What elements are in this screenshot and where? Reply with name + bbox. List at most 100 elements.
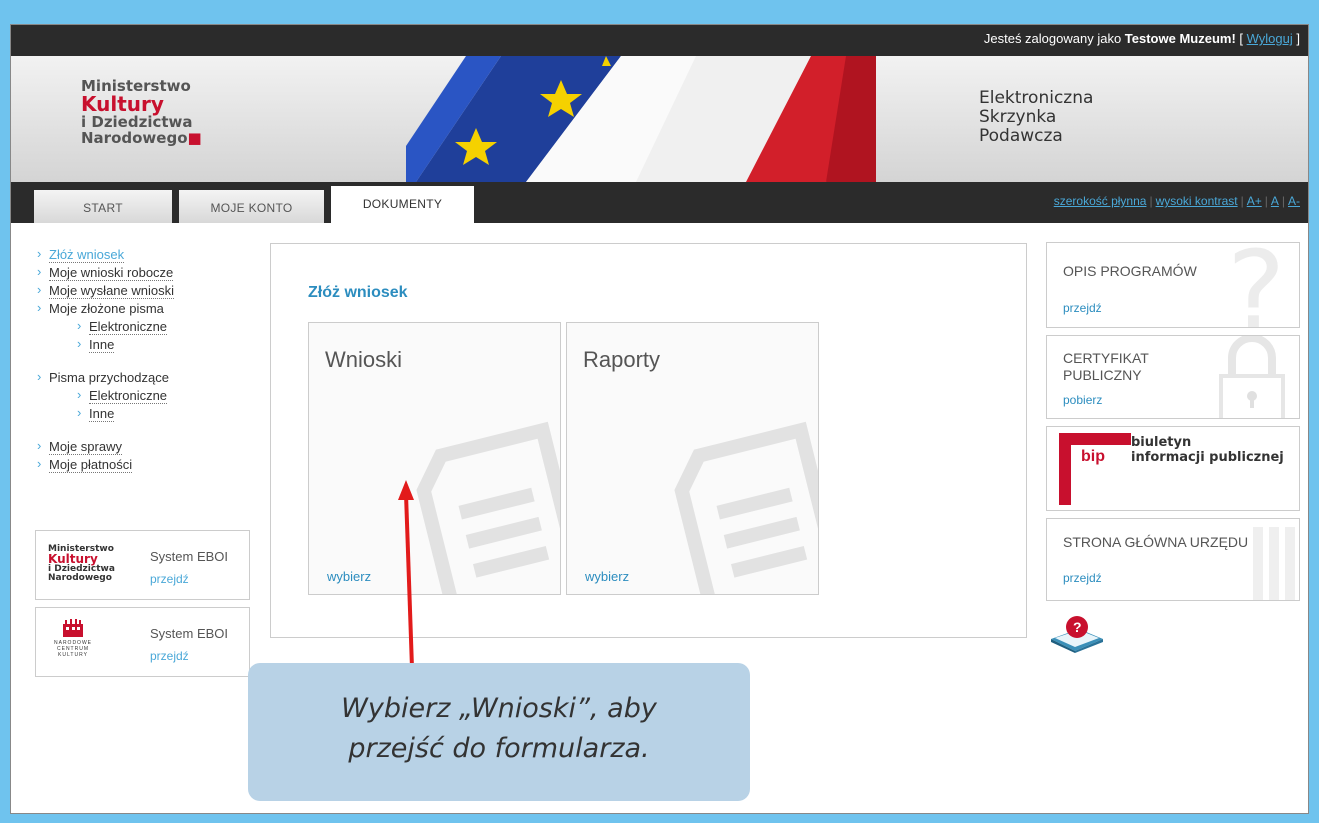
banner-title-line-1: Elektroniczna bbox=[979, 88, 1094, 108]
box-title: OPIS PROGRAMÓW bbox=[1063, 263, 1197, 279]
question-mark-icon: ? bbox=[1227, 242, 1285, 328]
bracket-close: ] bbox=[1292, 31, 1300, 46]
svg-text:?: ? bbox=[1073, 619, 1082, 635]
building-icon bbox=[1253, 527, 1295, 600]
ministry-logo[interactable]: Ministerstwo Kultury i Dziedzictwa Narod… bbox=[81, 78, 202, 146]
login-status-prefix: Jesteś zalogowany jako bbox=[983, 31, 1125, 46]
separator: | bbox=[1264, 194, 1268, 208]
page-title: Złóż wniosek bbox=[308, 284, 408, 301]
callout-line-2: przejść do formularza. bbox=[348, 733, 650, 764]
nck-emblem-icon bbox=[63, 619, 83, 637]
box-title: STRONA GŁÓWNA URZĘDU bbox=[1063, 534, 1249, 550]
sidebar-item-label: Moje złożone pisma bbox=[49, 301, 164, 316]
sidebar-item-filed-other[interactable]: Inne bbox=[75, 335, 174, 354]
system-title: System EBOI bbox=[150, 549, 229, 564]
banner-title: Elektroniczna Skrzynka Podawcza bbox=[979, 89, 1093, 146]
main-panel: Złóż wniosek Wnioski wybierz Raporty wyb… bbox=[270, 243, 1027, 638]
padlock-icon bbox=[1219, 336, 1285, 418]
box-link[interactable]: przejdź bbox=[1063, 571, 1102, 585]
bracket-open: [ bbox=[1235, 31, 1247, 46]
sidebar-item-label: Pisma przychodzące bbox=[49, 370, 169, 385]
app-frame: Jesteś zalogowany jako Testowe Muzeum! [… bbox=[10, 24, 1309, 814]
sidebar-nav: Złóż wniosek Moje wnioski robocze Moje w… bbox=[35, 245, 174, 474]
card-reports[interactable]: Raporty wybierz bbox=[566, 322, 819, 595]
sidebar-item-sent[interactable]: Moje wysłane wnioski bbox=[35, 281, 174, 300]
sidebar-item-payments[interactable]: Moje płatności bbox=[35, 455, 174, 474]
separator: | bbox=[1281, 194, 1285, 208]
separator: | bbox=[1149, 194, 1153, 208]
system-link[interactable]: przejdź bbox=[150, 572, 189, 586]
certificate-box[interactable]: CERTYFIKAT PUBLICZNY pobierz bbox=[1046, 335, 1300, 419]
sidebar-item-drafts[interactable]: Moje wnioski robocze bbox=[35, 263, 174, 282]
font-larger-link[interactable]: A+ bbox=[1247, 194, 1262, 208]
tab-documents[interactable]: DOKUMENTY bbox=[331, 186, 474, 223]
card-title: Wnioski bbox=[325, 347, 403, 372]
bip-logo-icon: bip bbox=[1059, 433, 1131, 505]
sidebar-item-filed[interactable]: Moje złożone pisma bbox=[35, 299, 174, 318]
sidebar-item-incoming-other[interactable]: Inne bbox=[75, 404, 174, 423]
sidebar-item-label: Moje płatności bbox=[49, 457, 133, 473]
sidebar-item-label: Inne bbox=[89, 337, 115, 353]
logo-line-3: i Dziedzictwa bbox=[81, 113, 193, 131]
separator: | bbox=[1240, 194, 1244, 208]
nck-logo-line: KULTURY bbox=[58, 652, 88, 658]
sidebar-item-incoming-electronic[interactable]: Elektroniczne bbox=[75, 386, 174, 405]
bip-box[interactable]: bip biuletyn informacji publicznej bbox=[1046, 426, 1300, 511]
sidebar-item-label: Elektroniczne bbox=[89, 319, 168, 335]
box-link[interactable]: przejdź bbox=[1063, 301, 1102, 315]
logo-line-2: Kultury bbox=[81, 92, 164, 116]
annotation-arrow bbox=[398, 480, 414, 669]
system-title: System EBOI bbox=[150, 626, 229, 641]
callout-line-1: Wybierz „Wnioski”, aby bbox=[341, 693, 657, 724]
banner-title-line-3: Podawcza bbox=[979, 126, 1063, 146]
sidebar-item-label: Moje wysłane wnioski bbox=[49, 283, 174, 299]
system-eboi-mkidn[interactable]: Ministerstwo Kultury i Dziedzictwa Narod… bbox=[35, 530, 250, 600]
tab-my-account[interactable]: MOJE KONTO bbox=[179, 190, 324, 223]
system-eboi-nck[interactable]: NARODOWE CENTRUM KULTURY System EBOI prz… bbox=[35, 607, 250, 677]
select-link[interactable]: wybierz bbox=[585, 569, 629, 584]
card-applications[interactable]: Wnioski wybierz bbox=[308, 322, 561, 595]
bip-logo-text: bip bbox=[1081, 448, 1105, 465]
tab-start[interactable]: START bbox=[34, 190, 172, 223]
document-icon bbox=[674, 421, 818, 594]
programs-box[interactable]: ? OPIS PROGRAMÓW przejdź bbox=[1046, 242, 1300, 328]
bip-text-line: biuletyn bbox=[1131, 435, 1192, 450]
svg-text:?: ? bbox=[1227, 242, 1285, 328]
mkidn-logo: Ministerstwo Kultury i Dziedzictwa Narod… bbox=[48, 545, 115, 583]
box-title-line-1: CERTYFIKAT bbox=[1063, 350, 1149, 366]
header-banner: Ministerstwo Kultury i Dziedzictwa Narod… bbox=[11, 56, 1308, 182]
flags-graphic bbox=[406, 56, 876, 182]
sidebar-item-label: Moje sprawy bbox=[49, 439, 122, 455]
box-title-line-2: PUBLICZNY bbox=[1063, 367, 1142, 383]
sidebar-item-submit[interactable]: Złóż wniosek bbox=[35, 245, 174, 264]
system-link[interactable]: przejdź bbox=[150, 649, 189, 663]
help-book-icon[interactable]: ? bbox=[1049, 613, 1105, 653]
sidebar-item-label: Złóż wniosek bbox=[49, 247, 125, 263]
font-normal-link[interactable]: A bbox=[1271, 194, 1279, 208]
sidebar-item-filed-electronic[interactable]: Elektroniczne bbox=[75, 317, 174, 336]
sidebar-item-incoming[interactable]: Pisma przychodzące bbox=[35, 368, 174, 387]
bip-text-line: informacji publicznej bbox=[1131, 450, 1284, 465]
logout-link[interactable]: Wyloguj bbox=[1247, 31, 1293, 46]
nck-logo: NARODOWE CENTRUM KULTURY bbox=[54, 618, 92, 658]
card-title: Raporty bbox=[583, 347, 661, 372]
sidebar-item-label: Moje wnioski robocze bbox=[49, 265, 174, 281]
logo-dot: ■ bbox=[187, 129, 202, 147]
accessibility-links: szerokość płynna | wysoki kontrast | A+ | A | A- bbox=[1054, 194, 1300, 208]
high-contrast-link[interactable]: wysoki kontrast bbox=[1156, 194, 1238, 208]
instruction-callout: Wybierz „Wnioski”, aby przejść do formul… bbox=[248, 663, 750, 801]
sidebar-item-cases[interactable]: Moje sprawy bbox=[35, 437, 174, 456]
mkidn-logo-line: Narodowego bbox=[48, 573, 112, 583]
box-link[interactable]: pobierz bbox=[1063, 393, 1102, 407]
select-link[interactable]: wybierz bbox=[327, 569, 371, 584]
logo-line-4: Narodowego bbox=[81, 129, 188, 147]
font-smaller-link[interactable]: A- bbox=[1288, 194, 1300, 208]
banner-title-line-2: Skrzynka bbox=[979, 107, 1057, 127]
fluid-width-link[interactable]: szerokość płynna bbox=[1054, 194, 1147, 208]
sidebar-item-label: Inne bbox=[89, 406, 115, 422]
logged-user-name: Testowe Muzeum! bbox=[1124, 31, 1236, 46]
main-nav: START MOJE KONTO DOKUMENTY szerokość pły… bbox=[11, 182, 1308, 223]
top-bar: Jesteś zalogowany jako Testowe Muzeum! [… bbox=[11, 25, 1308, 56]
office-homepage-box[interactable]: STRONA GŁÓWNA URZĘDU przejdź bbox=[1046, 518, 1300, 601]
bip-text: biuletyn informacji publicznej bbox=[1131, 435, 1284, 465]
